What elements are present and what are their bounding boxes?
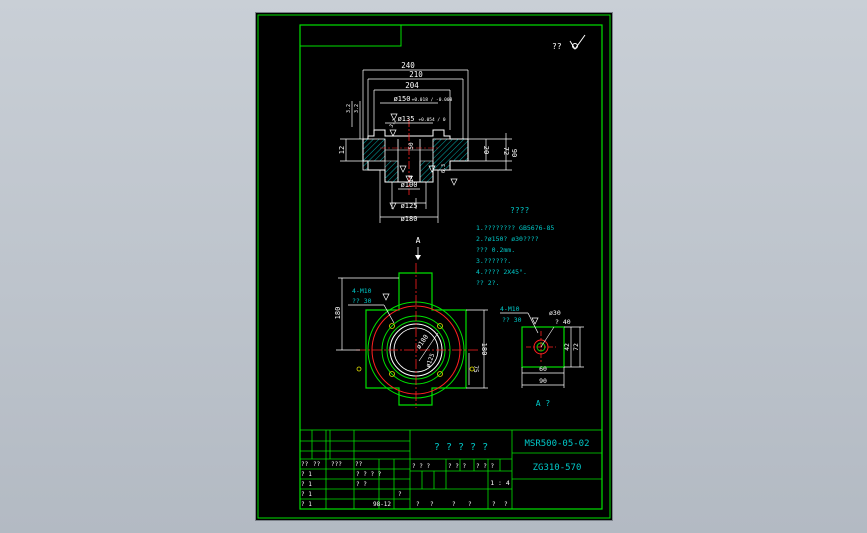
dim-d150-tolerance: +0.018 / -0.008: [412, 97, 453, 103]
plan-view: A 180 180 ø180 ø125 75 4-M10 ?? 30: [334, 236, 488, 408]
note-line-4: 3.??????.: [476, 257, 511, 265]
part-name: ? ? ? ? ?: [434, 442, 488, 453]
row-b: ? ?: [356, 481, 367, 488]
sig-cell-4: ? 1: [301, 501, 312, 508]
roughness-b: 3.2: [346, 104, 352, 113]
col-mark-2: ?: [430, 501, 434, 508]
plan-holes-label: 4-M10: [352, 287, 372, 295]
roughness-a: 3.2: [354, 104, 360, 113]
plan-holes-sub: ?? 30: [352, 297, 372, 305]
view-label-a: A: [416, 236, 421, 245]
dim-d135: ø135: [398, 115, 415, 123]
drawing-sheet[interactable]: ?? 240 210 204 ø150 +0.018 / -0.008 ø135…: [256, 13, 612, 520]
col-mark-5: ?: [492, 501, 496, 508]
dim-l12: 12: [338, 146, 346, 154]
drawing-no-box: [299, 24, 402, 47]
row-label-3: ???: [331, 461, 342, 468]
detail-dim-d30: ø30: [549, 309, 561, 317]
dim-d180: ø180: [401, 215, 418, 223]
dim-plan-d125: ø125: [425, 352, 437, 368]
row-label-1: ??: [301, 461, 309, 468]
detail-dim-60: 60: [539, 365, 547, 373]
dim-240: 240: [401, 61, 415, 70]
note-line-1: 1.???????? GB5676-85: [476, 224, 554, 232]
roughness-symbol-icon: [569, 34, 586, 50]
row-a: ? ? ? ?: [356, 471, 382, 478]
technical-notes: ???? 1.???????? GB5676-85 2.?ø150? ø30??…: [476, 206, 554, 287]
material: ZG310-570: [533, 463, 582, 473]
col-mark-3: ?: [452, 501, 456, 508]
title-block-text: ? ? ? ? ? MSR500-05-02 ZG310-570 1 : 4 9…: [301, 439, 590, 508]
dim-180-left: 180: [334, 307, 342, 320]
col-mark-7: ?: [398, 491, 402, 498]
detail-dim-40: ? 40: [555, 318, 571, 326]
detail-caption: A ?: [536, 399, 551, 408]
note-line-2: 2.?ø150? ø30????: [476, 235, 539, 243]
col-mark-4: ?: [468, 501, 472, 508]
dim-h90: 90: [510, 149, 518, 157]
dim-204: 204: [405, 81, 419, 90]
col-mark-6: ?: [504, 501, 508, 508]
weight-col-3: ? ? ?: [476, 463, 494, 470]
dim-210: 210: [409, 70, 423, 79]
dim-f14: 14: [408, 175, 415, 183]
weight-col-2: ? ? ?: [448, 463, 466, 470]
detail-dim-42: 42: [563, 343, 571, 351]
dim-180-right: 180: [480, 343, 488, 356]
col-mark-1: ?: [416, 501, 420, 508]
detail-holes-label: 4-M10: [500, 305, 520, 313]
sig-cell-1: ? 1: [301, 471, 312, 478]
row-label-4: ??: [355, 461, 363, 468]
note-line-6: ?? 2?.: [476, 279, 499, 287]
row-label-2: ??: [313, 461, 321, 468]
drawing-canvas: ?? 240 210 204 ø150 +0.018 / -0.008 ø135…: [257, 14, 611, 519]
detail-dim-90: 90: [539, 377, 547, 385]
dim-h50: 50: [408, 142, 415, 150]
note-line-3: ??? 0.2mm.: [476, 246, 515, 254]
dim-plan-75: 75: [472, 365, 479, 373]
date: 98-12: [373, 501, 391, 508]
note-line-5: 4.???? 2X45°.: [476, 268, 527, 276]
scale: 1 : 4: [490, 479, 510, 487]
header-mark: ??: [552, 42, 562, 51]
dim-d150: ø150: [394, 95, 411, 103]
dim-h72: 72: [502, 147, 510, 155]
detail-holes-sub: ?? 30: [502, 316, 522, 324]
detail-dim-72: 72: [572, 343, 580, 351]
sig-cell-3: ? 1: [301, 491, 312, 498]
notes-title: ????: [510, 206, 529, 215]
dim-d135-tolerance: +0.054 / 0: [418, 117, 445, 123]
sig-cell-2: ? 1: [301, 481, 312, 488]
dim-d125: ø125: [401, 202, 418, 210]
section-view: 240 210 204 ø150 +0.018 / -0.008 ø135 +0…: [338, 61, 518, 223]
detail-view-a: 4-M10 ?? 30 ø30 ? 40 60 90 42 72 A ?: [500, 305, 584, 408]
drawing-number: MSR500-05-02: [524, 439, 589, 449]
roughness-d: 6.3: [441, 164, 447, 173]
dim-h20: 20: [482, 146, 490, 154]
weight-col-1: ? ? ?: [412, 463, 430, 470]
